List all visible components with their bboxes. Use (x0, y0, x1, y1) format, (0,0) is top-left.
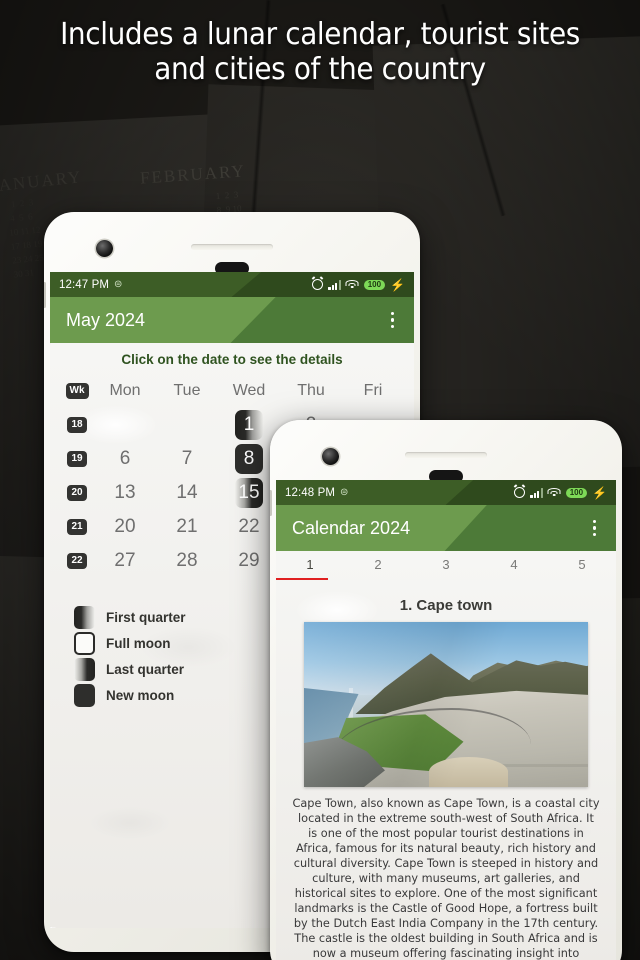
tab-4[interactable]: 4 (480, 551, 548, 572)
tab-bar: 12345 (276, 551, 616, 585)
calendar-header-row: Wk Mon Tue Wed Thu Fri (60, 374, 404, 408)
wk-badge: 21 (67, 519, 87, 535)
headline-line-1: Includes a lunar calendar, tourist sites (60, 17, 580, 52)
day-number: 13 (114, 482, 136, 503)
calendar-day-20[interactable]: 20 (94, 516, 156, 538)
place-description: Cape Town, also known as Cape Town, is a… (292, 797, 600, 960)
promo-headline: Includes a lunar calendar, tourist sites… (0, 17, 640, 88)
page-title: Calendar 2024 (292, 517, 411, 538)
moon-phase-full-icon (74, 631, 95, 655)
overflow-menu-icon[interactable] (589, 516, 601, 541)
calendar-day-27[interactable]: 27 (94, 550, 156, 572)
day-number: 21 (176, 516, 198, 537)
day-number: 7 (181, 448, 193, 469)
status-icons: 100 ⚡ (312, 279, 405, 291)
calendar-day-13[interactable]: 13 (94, 482, 156, 504)
status-icons: 100 ⚡ (514, 487, 607, 499)
alarm-icon (514, 487, 526, 498)
phone-bezel-top (276, 426, 616, 483)
status-time: 12:47 PM (59, 278, 110, 291)
day-number: 6 (119, 448, 131, 469)
day-number: 28 (176, 550, 198, 571)
overflow-menu-icon[interactable] (387, 308, 399, 333)
phone-side-button (270, 490, 272, 516)
legend-label: Full moon (106, 635, 171, 651)
day-number: 22 (238, 516, 260, 537)
wk-badge: 18 (67, 417, 87, 433)
phone-mockup-detail: 12:48 PM ⊜ 100 ⚡ Calendar 2024 12345 1. … (270, 420, 622, 960)
day-number: 29 (238, 550, 260, 571)
legend-label: Last quarter (106, 661, 185, 677)
day-header-mon: Mon (109, 382, 141, 399)
battery-badge: 100 (363, 279, 386, 290)
earpiece-speaker (191, 244, 273, 250)
status-time: 12:48 PM (285, 486, 336, 499)
day-number: 15 (238, 482, 260, 503)
charging-bolt-icon: ⚡ (592, 485, 607, 500)
calendar-day-14[interactable]: 14 (156, 482, 218, 504)
day-number: 8 (243, 448, 255, 469)
battery-badge: 100 (565, 487, 588, 498)
calendar-day-6[interactable]: 6 (94, 448, 156, 470)
tab-2[interactable]: 2 (344, 551, 412, 572)
day-number: 27 (114, 550, 136, 571)
phone1-app-bar: May 2024 (50, 297, 414, 343)
calendar-day-1[interactable]: 1 (218, 410, 280, 440)
legend-label: First quarter (106, 609, 186, 625)
earpiece-speaker (405, 452, 487, 458)
tab-3[interactable]: 3 (412, 551, 480, 572)
day-header-fri: Fri (363, 382, 383, 399)
charging-bolt-icon: ⚡ (390, 277, 405, 292)
headline-line-2: and cities of the country (154, 51, 486, 87)
phone-side-button (44, 282, 46, 308)
front-camera-icon (322, 448, 339, 465)
calendar-day-7[interactable]: 7 (156, 448, 218, 470)
moon-phase-new-icon (74, 683, 95, 707)
phone2-screen: 12:48 PM ⊜ 100 ⚡ Calendar 2024 12345 1. … (276, 480, 616, 960)
wk-badge: 20 (67, 485, 87, 501)
day-number: 1 (243, 414, 255, 435)
phone2-app-bar: Calendar 2024 (276, 505, 616, 551)
week-column-header: Wk (60, 383, 94, 399)
day-header-tue: Tue (173, 382, 201, 399)
week-number-cell: 19 (60, 451, 94, 467)
legend-label: New moon (106, 687, 175, 703)
wifi-icon (345, 279, 359, 290)
week-number-cell: 22 (60, 553, 94, 569)
front-camera-icon (96, 240, 113, 257)
calendar-day-28[interactable]: 28 (156, 550, 218, 572)
wk-badge: 22 (67, 553, 87, 569)
alarm-icon (312, 279, 324, 290)
photo-haze-overlay (304, 622, 588, 787)
wifi-icon (547, 487, 561, 498)
wk-badge: 19 (67, 451, 87, 467)
do-not-disturb-icon: ⊜ (340, 487, 349, 498)
do-not-disturb-icon: ⊜ (114, 279, 123, 290)
phone1-status-bar: 12:47 PM ⊜ 100 ⚡ (50, 272, 414, 297)
day-header-thu: Thu (297, 382, 325, 399)
week-number-cell: 20 (60, 485, 94, 501)
signal-icon (530, 487, 543, 498)
phone-bezel-top (50, 218, 414, 275)
moon-phase-last-icon (74, 657, 95, 681)
calendar-hint-text: Click on the date to see the details (121, 352, 343, 367)
day-number: 14 (176, 482, 198, 503)
week-number-cell: 21 (60, 519, 94, 535)
page-title: May 2024 (66, 309, 146, 330)
wk-badge: Wk (65, 383, 89, 399)
tab-5[interactable]: 5 (548, 551, 616, 572)
place-title: 1. Cape town (399, 597, 493, 614)
day-number: 20 (114, 516, 136, 537)
week-number-cell: 18 (60, 417, 94, 433)
tab-1[interactable]: 1 (276, 551, 344, 580)
phone2-content: 12345 1. Cape town Cape Town, also known… (276, 551, 616, 960)
calendar-day-21[interactable]: 21 (156, 516, 218, 538)
cape-town-photo (304, 622, 588, 787)
day-header-wed: Wed (232, 382, 266, 399)
phone2-status-bar: 12:48 PM ⊜ 100 ⚡ (276, 480, 616, 505)
moon-phase-first-icon (74, 605, 95, 629)
signal-icon (328, 279, 341, 290)
